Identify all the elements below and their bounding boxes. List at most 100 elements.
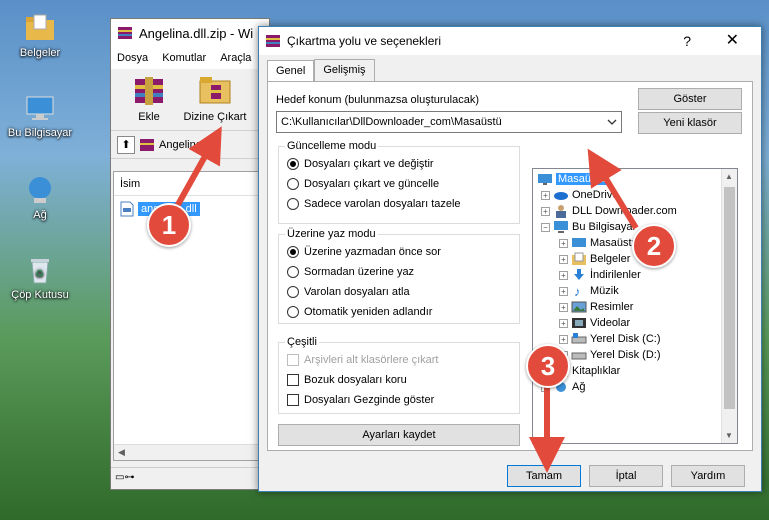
menu-file[interactable]: Dosya <box>117 52 148 64</box>
misc-group: Çeşitli Arşivleri alt klasörlere çıkart … <box>278 336 520 414</box>
new-folder-button[interactable]: Yeni klasör <box>638 112 742 134</box>
desktop-icon-this-pc[interactable]: Bu Bilgisayar <box>4 92 76 139</box>
radio-button[interactable] <box>287 158 299 170</box>
tree-node-desktop[interactable]: Masaüstü <box>537 171 608 187</box>
scroll-down-icon[interactable]: ▼ <box>725 431 733 440</box>
expand-icon[interactable]: + <box>559 254 568 264</box>
tree-vscrollbar[interactable]: ▲ ▼ <box>721 169 737 443</box>
file-row[interactable]: angelina.dll <box>114 200 266 218</box>
help-button[interactable]: Yardım <box>671 465 745 487</box>
menu-tools[interactable]: Araçla <box>220 52 251 64</box>
tree-node-label: Videolar <box>590 317 631 329</box>
add-button[interactable]: Ekle <box>113 73 185 123</box>
misc-title: Çeşitli <box>285 336 319 348</box>
save-settings-button[interactable]: Ayarları kaydet <box>278 424 520 446</box>
folder-tree[interactable]: Masaüstü + OneDrive + DLL Downloader.com… <box>532 168 738 444</box>
misc-option-keep-broken[interactable]: Bozuk dosyaları koru <box>287 374 407 386</box>
close-icon[interactable]: ✕ <box>726 30 739 50</box>
misc-option-subfolders: Arşivleri alt klasörlere çıkart <box>287 354 438 366</box>
chevron-down-icon[interactable] <box>607 117 617 127</box>
expand-icon[interactable]: + <box>559 302 568 312</box>
tree-node-this-pc[interactable]: − Bu Bilgisayar <box>541 219 636 235</box>
add-archive-icon <box>131 73 167 107</box>
tab-general[interactable]: Genel <box>267 60 315 82</box>
column-header-name[interactable]: İsim <box>114 172 266 196</box>
destination-combobox[interactable]: C:\Kullanıcılar\DllDownloader_com\Masaüs… <box>276 111 622 133</box>
misc-option-show-explorer[interactable]: Dosyaları Gezginde göster <box>287 394 434 406</box>
tree-node-videos[interactable]: + Videolar <box>559 315 630 331</box>
menu-commands[interactable]: Komutlar <box>162 52 206 64</box>
tree-node-onedrive[interactable]: + OneDrive <box>541 187 618 203</box>
recycle-bin-icon: ♻ <box>24 254 56 286</box>
update-option-replace[interactable]: Dosyaları çıkart ve değiştir <box>287 158 434 170</box>
documents-icon <box>571 252 587 266</box>
show-button[interactable]: Göster <box>638 88 742 110</box>
desktop-icon-network[interactable]: Ağ <box>4 174 76 221</box>
up-folder-icon[interactable]: ⬆ <box>117 135 135 154</box>
tree-node-label: İndirilenler <box>590 269 641 281</box>
folder-icon <box>24 12 56 44</box>
update-option-freshen[interactable]: Sadece varolan dosyaları tazele <box>287 198 461 210</box>
overwrite-option-no-ask[interactable]: Sormadan üzerine yaz <box>287 266 414 278</box>
tree-node-label: Masaüstü <box>590 237 638 249</box>
overwrite-option-rename[interactable]: Otomatik yeniden adlandır <box>287 306 432 318</box>
dll-file-icon <box>120 201 134 217</box>
checkbox[interactable] <box>287 394 299 406</box>
option-label: Varolan dosyaları atla <box>304 286 410 298</box>
svg-text:♪: ♪ <box>574 284 581 298</box>
overwrite-mode-group: Üzerine yaz modu Üzerine yazmadan önce s… <box>278 228 520 324</box>
tree-node-pc-desktop[interactable]: + Masaüstü <box>559 235 638 251</box>
extract-folder-icon <box>197 73 233 107</box>
desktop-icon-documents[interactable]: Belgeler <box>4 12 76 59</box>
expand-icon[interactable]: + <box>559 238 568 248</box>
tree-node-label: DLL Downloader.com <box>572 205 677 217</box>
radio-button[interactable] <box>287 178 299 190</box>
tree-node-music[interactable]: + ♪ Müzik <box>559 283 619 299</box>
tree-node-label: Ağ <box>572 381 586 393</box>
winrar-statusbar: ▭⊶ <box>111 467 269 489</box>
tree-node-disk-c[interactable]: + Yerel Disk (C:) <box>559 331 661 347</box>
file-list-hscrollbar[interactable]: ◀ <box>114 444 266 460</box>
checkbox[interactable] <box>287 374 299 386</box>
scroll-thumb[interactable] <box>724 187 735 409</box>
overwrite-mode-title: Üzerine yaz modu <box>285 228 378 240</box>
ok-button[interactable]: Tamam <box>507 465 581 487</box>
extract-to-button[interactable]: Dizine Çıkart <box>179 73 251 123</box>
radio-button[interactable] <box>287 246 299 258</box>
tree-node-label: Masaüstü <box>556 173 608 185</box>
computer-icon <box>553 220 569 234</box>
winrar-titlebar: Angelina.dll.zip - Wi <box>111 19 269 47</box>
expand-icon[interactable]: + <box>559 318 568 328</box>
update-mode-title: Güncelleme modu <box>285 140 379 152</box>
expand-icon[interactable]: + <box>559 270 568 280</box>
desktop-icon-recycle-bin[interactable]: ♻ Çöp Kutusu <box>4 254 76 301</box>
overwrite-option-ask[interactable]: Üzerine yazmadan önce sor <box>287 246 441 258</box>
expand-icon[interactable]: + <box>541 206 550 216</box>
winrar-icon <box>118 27 132 39</box>
expand-icon[interactable]: + <box>559 334 568 344</box>
tree-node-documents[interactable]: + Belgeler <box>559 251 630 267</box>
radio-button[interactable] <box>287 286 299 298</box>
option-label: Bozuk dosyaları koru <box>304 374 407 386</box>
tree-node-downloads[interactable]: + İndirilenler <box>559 267 641 283</box>
desktop-icon-label: Bu Bilgisayar <box>7 127 73 139</box>
winrar-menubar: Dosya Komutlar Araçla <box>111 47 269 69</box>
expand-icon[interactable]: + <box>559 286 568 296</box>
desktop-icon-label: Çöp Kutusu <box>11 289 69 301</box>
expand-icon[interactable]: + <box>541 190 550 200</box>
radio-button[interactable] <box>287 266 299 278</box>
overwrite-option-skip[interactable]: Varolan dosyaları atla <box>287 286 410 298</box>
tree-node-pictures[interactable]: + Resimler <box>559 299 633 315</box>
tree-node-user[interactable]: + DLL Downloader.com <box>541 203 677 219</box>
cancel-button[interactable]: İptal <box>589 465 663 487</box>
tree-node-disk-d[interactable]: + Yerel Disk (D:) <box>559 347 661 363</box>
tab-advanced[interactable]: Gelişmiş <box>314 59 375 81</box>
update-option-update[interactable]: Dosyaları çıkart ve güncelle <box>287 178 439 190</box>
dialog-tabs: Genel Gelişmiş <box>267 59 375 82</box>
scroll-up-icon[interactable]: ▲ <box>725 172 733 181</box>
radio-button[interactable] <box>287 306 299 318</box>
dialog-title: Çıkartma yolu ve seçenekleri <box>287 34 442 48</box>
collapse-icon[interactable]: − <box>541 222 550 232</box>
help-icon[interactable]: ? <box>683 33 691 49</box>
radio-button[interactable] <box>287 198 299 210</box>
